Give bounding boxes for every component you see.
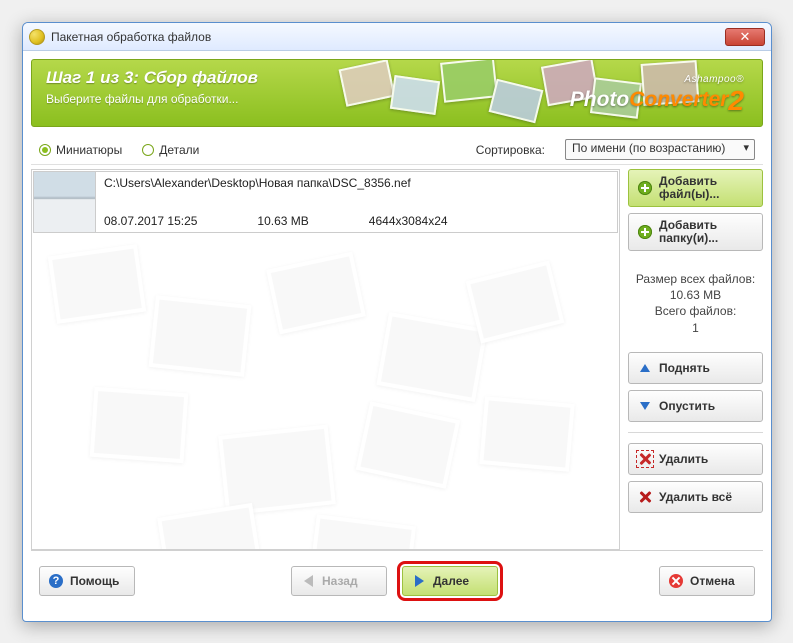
delete-button[interactable]: Удалить [628,443,763,475]
delete-all-label: Удалить всё [659,490,732,504]
back-label: Назад [322,574,358,588]
add-folders-label: Добавить папку(и)... [659,219,754,245]
batch-window: Пакетная обработка файлов ✕ Шаг 1 из 3: … [22,22,772,622]
file-list-panel[interactable]: C:\Users\Alexander\Desktop\Новая папка\D… [31,169,620,550]
add-files-button[interactable]: Добавить файл(ы)... [628,169,763,207]
back-button[interactable]: Назад [291,566,387,596]
sort-select[interactable]: По имени (по возрастанию) [565,139,755,160]
radio-dot-icon [142,144,154,156]
next-button[interactable]: Далее [402,566,498,596]
arrow-back-icon [304,575,313,587]
stats-count-value: 1 [628,320,763,336]
help-button[interactable]: ? Помощь [39,566,135,596]
file-row[interactable]: C:\Users\Alexander\Desktop\Новая папка\D… [33,171,618,233]
view-details-label: Детали [159,143,199,157]
move-up-button[interactable]: Поднять [628,352,763,384]
arrow-forward-icon [415,575,424,587]
move-down-button[interactable]: Опустить [628,390,763,422]
view-details-radio[interactable]: Детали [142,143,199,157]
help-icon: ? [49,574,63,588]
view-thumbnails-radio[interactable]: Миниатюры [39,143,122,157]
stats-size-value: 10.63 MB [628,287,763,303]
file-date: 08.07.2017 15:25 [104,214,197,228]
workarea: C:\Users\Alexander\Desktop\Новая папка\D… [31,169,763,550]
file-dimensions: 4644x3084x24 [369,214,448,228]
delete-label: Удалить [659,452,708,466]
view-toolbar: Миниатюры Детали Сортировка: По имени (п… [31,133,763,165]
file-size: 10.63 MB [257,214,308,228]
file-stats: Размер всех файлов: 10.63 MB Всего файло… [628,257,763,346]
help-label: Помощь [70,574,119,588]
add-files-label: Добавить файл(ы)... [659,175,754,201]
cancel-label: Отмена [690,574,735,588]
delete-icon [638,452,652,466]
file-path: C:\Users\Alexander\Desktop\Новая папка\D… [104,176,609,214]
view-thumbnails-label: Миниатюры [56,143,122,157]
separator [628,432,763,433]
delete-all-button[interactable]: Удалить всё [628,481,763,513]
next-highlight: Далее [397,561,503,601]
cancel-button[interactable]: Отмена [659,566,755,596]
file-thumbnail [34,172,96,232]
move-down-label: Опустить [659,399,715,413]
stats-count-label: Всего файлов: [628,303,763,319]
radio-dot-icon [39,144,51,156]
arrow-up-icon [640,364,650,372]
file-info: C:\Users\Alexander\Desktop\Новая папка\D… [96,172,617,232]
brand-logo: Ashampoo® PhotoConverter2 [570,74,744,117]
next-label: Далее [433,574,469,588]
window-title: Пакетная обработка файлов [51,30,725,44]
arrow-down-icon [640,402,650,410]
delete-all-icon [638,490,652,504]
sort-select-wrap: По имени (по возрастанию) [565,139,755,160]
step-banner: Шаг 1 из 3: Сбор файлов Выберите файлы д… [31,59,763,127]
add-folders-button[interactable]: Добавить папку(и)... [628,213,763,251]
side-panel: Добавить файл(ы)... Добавить папку(и)...… [628,169,763,550]
close-button[interactable]: ✕ [725,28,765,46]
plus-icon [638,225,652,239]
footer-bar: ? Помощь Назад Далее Отмена [31,550,763,613]
sort-label: Сортировка: [476,143,545,157]
titlebar: Пакетная обработка файлов ✕ [23,23,771,51]
app-icon [29,29,45,45]
stats-size-label: Размер всех файлов: [628,271,763,287]
plus-icon [638,181,652,195]
cancel-icon [669,574,683,588]
move-up-label: Поднять [659,361,710,375]
content-area: Шаг 1 из 3: Сбор файлов Выберите файлы д… [23,51,771,621]
